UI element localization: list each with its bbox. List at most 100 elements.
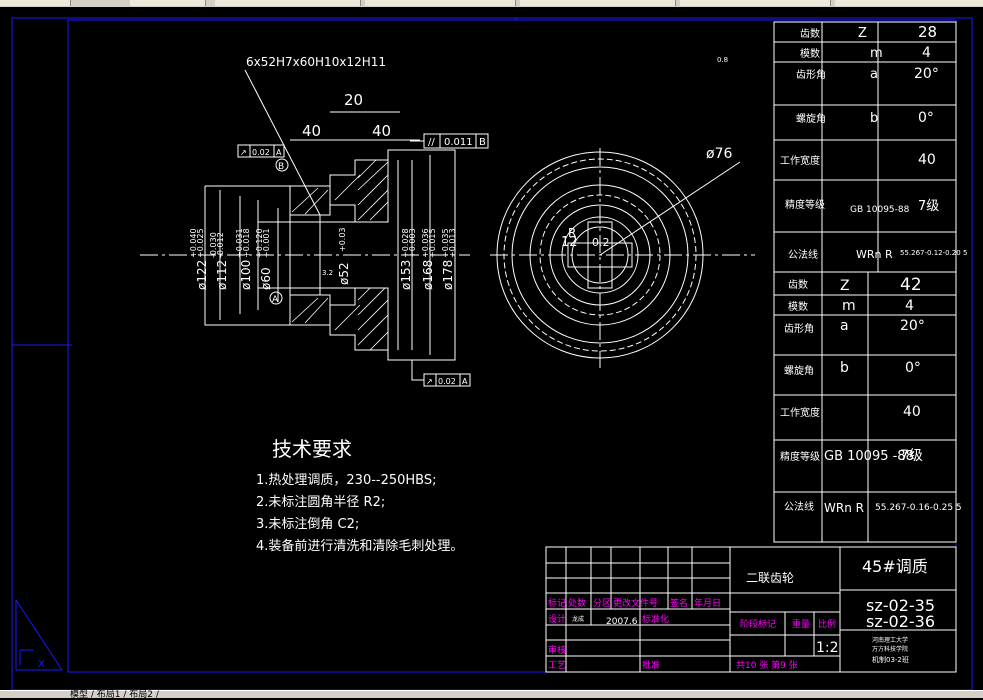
side-hole-label: 0.2: [592, 236, 610, 249]
svg-text:+0.003: +0.003: [408, 228, 417, 258]
gear2-sym: a: [840, 318, 849, 334]
dim-left-40: 40: [302, 122, 321, 140]
svg-text:阶段标记: 阶段标记: [740, 618, 776, 630]
gear2-label: 精度等级: [780, 450, 820, 463]
svg-text:X: X: [38, 659, 45, 670]
svg-text:工艺: 工艺: [548, 660, 566, 671]
svg-text:年月日: 年月日: [694, 597, 721, 609]
gear1-label: 齿形角: [796, 69, 826, 81]
outer-border: [11, 17, 973, 691]
gear2-val: 20°: [900, 318, 925, 334]
svg-text:+0.03: +0.03: [338, 227, 347, 252]
tech-req-title: 技术要求: [272, 437, 352, 461]
gear-table-1: 齿数 Z 28 模数 m 4 齿形角 a 20° 螺旋角 b 0° 工作宽度 4…: [780, 23, 967, 261]
gear1-label: 模数: [800, 47, 820, 60]
svg-text:标记: 标记: [548, 597, 566, 609]
gear1-sym: WRn R: [856, 248, 893, 261]
gear1-sym: GB 10095-88: [850, 205, 910, 215]
part-name: 二联齿轮: [746, 571, 794, 585]
gear2-label: 公法线: [784, 500, 814, 513]
svg-text:+0.013: +0.013: [448, 228, 457, 258]
gear1-sym: b: [870, 111, 878, 126]
svg-text:重量: 重量: [792, 618, 810, 630]
gear1-val: 4: [922, 45, 931, 61]
gear1-sym: m: [870, 46, 883, 61]
class-label: 机制03-2班: [872, 655, 909, 664]
svg-text:+0.025: +0.025: [196, 228, 205, 258]
roughness-top: 0.8: [717, 56, 728, 64]
svg-text://: //: [428, 137, 435, 148]
gear2-val: 7级: [900, 448, 923, 464]
svg-text:0.02: 0.02: [252, 148, 270, 157]
svg-text:批准: 批准: [642, 659, 660, 671]
gear1-val: 0°: [918, 110, 934, 126]
datum-a-label: A: [272, 295, 279, 305]
roughness-inner: 3.2: [322, 269, 333, 277]
gear1-val: 55.267-0.12-0.20 5: [900, 249, 967, 257]
gear1-val: 40: [918, 152, 936, 168]
svg-text:处数: 处数: [568, 597, 586, 609]
side-r-label: R: [568, 226, 576, 240]
toolbar-segment[interactable]: [215, 0, 361, 6]
toolbar-segment[interactable]: [680, 0, 831, 6]
gear2-label: 工作宽度: [780, 406, 820, 419]
svg-text:设计: 设计: [548, 613, 566, 625]
svg-text:ø122: ø122: [195, 260, 209, 290]
drawing-canvas[interactable]: 6x52H7x60H10x12H11 20 40 40 // 0.011 B ↗…: [0, 7, 983, 691]
toolbar-segment[interactable]: [365, 0, 516, 6]
gear2-val: 4: [905, 298, 914, 314]
spline-spec-label: 6x52H7x60H10x12H11: [246, 55, 386, 69]
gear2-label: 模数: [788, 300, 808, 313]
svg-text:0.02: 0.02: [438, 377, 456, 386]
svg-text:-0.012: -0.012: [216, 232, 225, 258]
svg-text:ø178: ø178: [441, 260, 455, 290]
gear2-val: 42: [900, 275, 922, 295]
toolbar-strip: [0, 0, 983, 7]
tech-req-list: 1.热处理调质，230--250HBS; 2.未标注圆角半径 R2; 3.未标注…: [256, 473, 463, 554]
tech-req-item: 4.装备前进行清洗和清除毛刺处理。: [256, 538, 463, 554]
toolbar-segment[interactable]: [0, 0, 71, 6]
design-date: 2007.6: [606, 617, 638, 627]
cad-drawing[interactable]: 6x52H7x60H10x12H11 20 40 40 // 0.011 B ↗…: [0, 7, 983, 691]
side-view: [490, 148, 755, 368]
gear1-label: 工作宽度: [780, 154, 820, 167]
gear1-val: 20°: [914, 66, 939, 82]
toolbar-segment[interactable]: [520, 0, 676, 6]
gear2-sym: WRn R: [824, 501, 864, 515]
gear1-val: 28: [918, 23, 937, 41]
tol-frame-top: // 0.011 B: [410, 133, 489, 149]
gear2-val: 40: [903, 404, 921, 420]
svg-text:审核: 审核: [548, 644, 566, 656]
svg-text:+0.001: +0.001: [262, 228, 271, 258]
svg-text:ø100: ø100: [239, 260, 253, 290]
svg-text:ø112: ø112: [215, 260, 229, 290]
svg-text:+0.015: +0.015: [428, 228, 437, 258]
svg-text:ø168: ø168: [421, 260, 435, 290]
scale: 1:2: [816, 640, 839, 656]
gear1-sym: Z: [858, 26, 867, 41]
svg-text:↗: ↗: [426, 377, 433, 386]
svg-text:更改文件号: 更改文件号: [613, 597, 658, 609]
datum-b-label: B: [278, 162, 284, 172]
gear1-label: 螺旋角: [796, 112, 826, 125]
svg-text:分区: 分区: [593, 598, 611, 609]
svg-text:B: B: [479, 137, 486, 148]
toolbar-segment[interactable]: [130, 0, 206, 6]
tech-req-item: 2.未标注圆角半径 R2;: [256, 495, 385, 510]
svg-text:ø52: ø52: [337, 262, 351, 285]
svg-text:标准化: 标准化: [642, 613, 669, 625]
gear2-label: 螺旋角: [784, 364, 814, 377]
layout-tabs[interactable]: 模型 / 布局1 / 布局2 /: [70, 687, 159, 700]
gear2-sym: m: [842, 298, 856, 314]
tech-req-item: 3.未标注倒角 C2;: [256, 517, 359, 532]
diameter-tolerances: +0.040 +0.025 -0.030 -0.012 +0.031 +0.01…: [189, 227, 457, 258]
spline-leader: [244, 69, 321, 216]
svg-text:A: A: [462, 377, 468, 386]
dim-width-20: 20: [344, 91, 363, 109]
gear2-label: 齿数: [788, 278, 808, 291]
school-2: 万方科技学院: [872, 645, 908, 653]
drawing-no-2: sz-02-36: [866, 612, 935, 631]
svg-text:A: A: [276, 148, 282, 157]
toolbar-segment[interactable]: [835, 0, 983, 6]
gear2-sym: b: [840, 360, 849, 376]
